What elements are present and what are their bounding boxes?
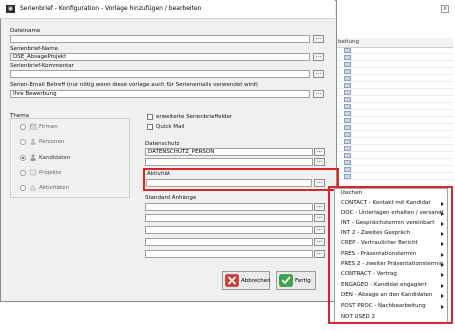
document-icon xyxy=(344,174,351,179)
radio-aktivitaeten[interactable] xyxy=(20,185,26,191)
document-icon xyxy=(344,62,351,67)
radio-kandidaten[interactable] xyxy=(20,155,26,161)
dateiname-label: Dateiname xyxy=(10,28,41,34)
anhang-field-2[interactable] xyxy=(145,214,313,222)
quickmail-label: Quick Mail xyxy=(156,124,185,130)
anhang-field-4[interactable] xyxy=(145,238,313,246)
anhang-field-1[interactable] xyxy=(145,203,313,211)
document-icon xyxy=(344,125,351,130)
document-icon xyxy=(344,167,351,172)
document-icon xyxy=(344,83,351,88)
document-icon xyxy=(344,48,351,53)
serienbrief-name-label: Serienbrief-Name xyxy=(10,46,59,52)
abbrechen-button[interactable]: Abbrechen xyxy=(222,271,271,290)
fertig-label: Fertig xyxy=(295,278,311,284)
cancel-icon xyxy=(225,274,239,287)
datenschutz-field-2[interactable] xyxy=(145,158,313,166)
aktivitaet-highlight-box xyxy=(143,168,339,191)
anhang-field-5[interactable] xyxy=(145,250,313,258)
datenschutz-label: Datenschutz xyxy=(145,141,180,147)
person-icon xyxy=(30,138,36,145)
document-icon xyxy=(344,55,351,60)
fertig-button[interactable]: Fertig xyxy=(276,271,316,290)
menu-highlight-box xyxy=(328,186,453,324)
anhang-browse-button-4[interactable]: ... xyxy=(314,238,325,246)
radio-label-kandidaten: Kandidaten xyxy=(39,155,71,161)
document-icon xyxy=(344,111,351,116)
anhang-browse-button-2[interactable]: ... xyxy=(314,214,325,222)
kommentar-browse-button[interactable]: ... xyxy=(313,70,324,78)
erweiterte-label: erweiterte Serienbrieffelder xyxy=(156,114,233,120)
anhang-field-3[interactable] xyxy=(145,226,313,234)
project-icon xyxy=(29,169,37,176)
datenschutz-browse-button[interactable]: ... xyxy=(314,148,325,156)
document-icon xyxy=(344,104,351,109)
document-icon xyxy=(344,69,351,74)
document-icon xyxy=(344,153,351,158)
radio-label-projekte: Projekte xyxy=(39,170,62,176)
document-icon xyxy=(344,90,351,95)
document-icon xyxy=(344,118,351,123)
document-icon xyxy=(344,139,351,144)
datenschutz-browse-button-2[interactable]: ... xyxy=(314,158,325,166)
quickmail-checkbox[interactable] xyxy=(147,124,153,130)
document-icon xyxy=(344,146,351,151)
radio-label-personen: Personen xyxy=(39,139,65,145)
dateiname-field[interactable] xyxy=(10,35,310,43)
radio-label-firmen: Firmen xyxy=(39,124,58,130)
candidate-icon xyxy=(30,154,36,161)
activity-icon xyxy=(29,184,37,191)
abbrechen-label: Abbrechen xyxy=(241,278,271,284)
serienbrief-name-field[interactable]: DSE_AbsageProjekt xyxy=(10,53,310,61)
building-icon xyxy=(29,123,37,130)
radio-projekte[interactable] xyxy=(20,170,26,176)
standard-anhaenge-label: Standard Anhänge xyxy=(145,195,197,201)
serienbrief-name-browse-button[interactable]: ... xyxy=(313,53,324,61)
erweiterte-checkbox[interactable] xyxy=(147,114,153,120)
email-betreff-label: Serien-Email Betreff (nur nötig wenn die… xyxy=(10,82,258,88)
anhang-browse-button-1[interactable]: ... xyxy=(314,203,325,211)
document-icon xyxy=(344,160,351,165)
anhang-browse-button-5[interactable]: ... xyxy=(314,250,325,258)
radio-personen[interactable] xyxy=(20,139,26,145)
background-column-header-text: beitung xyxy=(338,39,360,45)
email-betreff-browse-button[interactable]: ... xyxy=(313,90,324,98)
email-betreff-field[interactable]: Ihre Bewerbung xyxy=(10,90,310,98)
anhang-browse-button-3[interactable]: ... xyxy=(314,226,325,234)
checkmark-icon xyxy=(279,274,293,287)
kommentar-field[interactable] xyxy=(10,70,310,78)
kommentar-label: Serienbrief-Kommentar xyxy=(10,63,74,69)
document-icon xyxy=(344,97,351,102)
radio-firmen[interactable] xyxy=(20,124,26,130)
app-icon: ▣ xyxy=(6,5,15,13)
radio-label-aktivitaeten: Aktivitäten xyxy=(39,185,69,191)
datenschutz-field[interactable]: DATENSCHUTZ_PERSON xyxy=(145,148,313,156)
document-icon xyxy=(344,76,351,81)
dateiname-browse-button[interactable]: ... xyxy=(313,35,324,43)
document-icon xyxy=(344,132,351,137)
close-icon[interactable]: x xyxy=(441,5,449,13)
window-title: Serienbrief - Konfiguration - Vorlage hi… xyxy=(20,5,202,12)
